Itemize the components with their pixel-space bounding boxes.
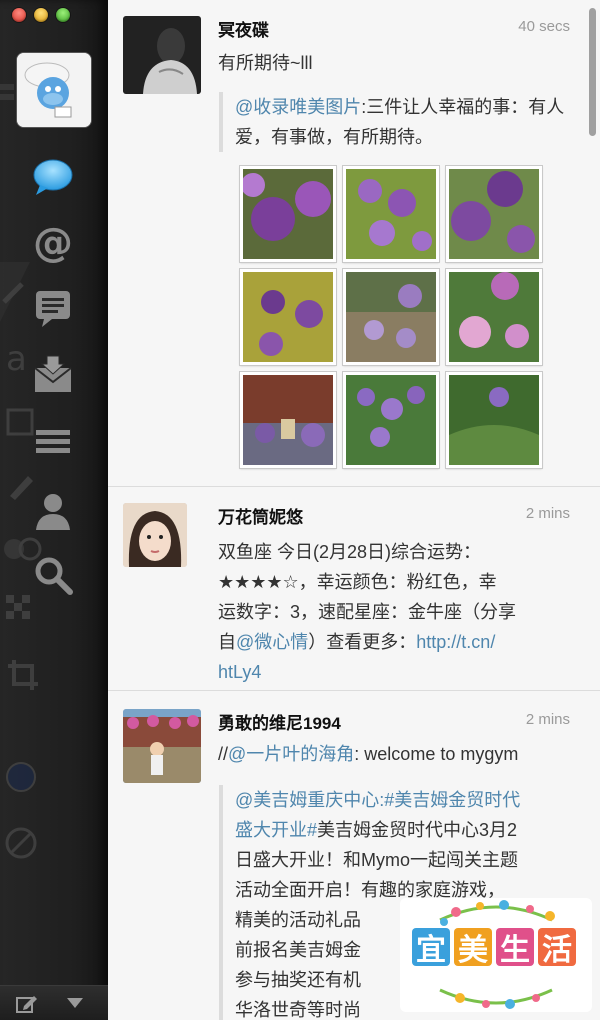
watermark-char: 宜 — [412, 928, 450, 968]
window-controls — [12, 8, 70, 22]
timestamp: 2 mins — [525, 711, 570, 728]
thumbnail-image[interactable] — [343, 269, 439, 365]
tweet-line: 运数字：3，速配星座：金牛座（分享 — [218, 602, 517, 622]
text-span: 美吉姆金贸时代中心3月2 — [317, 820, 518, 840]
sidebar-bottom-bar — [0, 985, 108, 1020]
tweet[interactable]: 冥夜碟 40 secs 有所期待~lll @收录唯美图片:三件让人幸福的事：有人… — [108, 0, 600, 487]
quote-line: 盛大开业#美吉姆金贸时代中心3月2 — [235, 815, 585, 845]
search-nav-button[interactable] — [30, 552, 76, 598]
close-window-button[interactable] — [12, 8, 26, 22]
thumbnail-image[interactable] — [240, 372, 336, 468]
at-sign-icon: @ — [33, 222, 73, 264]
hashtag-link[interactable]: :#美吉姆金贸时代 — [379, 790, 520, 810]
timestamp: 40 secs — [518, 18, 570, 35]
sidebar: a @ — [0, 0, 108, 1020]
thumbnail-image[interactable] — [446, 166, 542, 262]
comments-icon — [36, 291, 70, 327]
tweet-text: 有所期待~lll — [218, 53, 313, 73]
timeline-nav-button[interactable] — [30, 154, 76, 200]
url-link[interactable]: http://t.cn/ — [416, 632, 495, 652]
quote-line: 日盛大开业！和Mymo一起闯关主题 — [235, 850, 518, 870]
background-decoration — [5, 827, 37, 859]
text-span: ）查看更多： — [308, 632, 417, 652]
watermark-text: 宜 美 生 活 — [412, 928, 576, 968]
author-name[interactable]: 万花筒妮悠 — [218, 503, 303, 528]
tweet[interactable]: 万花筒妮悠 2 mins 双鱼座 今日(2月28日)综合运势： ★★★★☆，幸运… — [108, 487, 600, 691]
timeline[interactable]: 冥夜碟 40 secs 有所期待~lll @收录唯美图片:三件让人幸福的事：有人… — [108, 0, 600, 1020]
author-name[interactable]: 勇敢的维尼1994 — [218, 709, 341, 734]
mention-link[interactable]: @一片叶的海角 — [228, 744, 354, 764]
tweet-line: 双鱼座 今日(2月28日)综合运势： — [218, 542, 482, 562]
avatar[interactable] — [123, 16, 201, 94]
speech-bubble-icon — [33, 159, 73, 195]
user-icon — [36, 494, 70, 530]
background-decoration — [0, 84, 14, 100]
thumbnail-image[interactable] — [240, 166, 336, 262]
list-icon — [36, 430, 70, 453]
mention-link[interactable]: @美吉姆重庆中心 — [235, 790, 379, 810]
author-name[interactable]: 冥夜碟 — [218, 16, 269, 41]
messages-nav-button[interactable] — [30, 352, 76, 398]
quote-line: @美吉姆重庆中心:#美吉姆金贸时代 — [235, 785, 585, 815]
url-link-continued[interactable]: htLy4 — [218, 657, 582, 687]
thumbnail-image[interactable] — [240, 269, 336, 365]
chevron-down-icon[interactable] — [66, 997, 84, 1009]
account-avatar[interactable] — [16, 52, 92, 128]
image-grid — [240, 166, 544, 468]
thumbnail-image[interactable] — [446, 269, 542, 365]
tweet-text: //@一片叶的海角: welcome to mygym — [218, 739, 582, 769]
watermark-char: 活 — [538, 928, 576, 968]
mention-link[interactable]: @微心情 — [236, 632, 308, 652]
zoom-window-button[interactable] — [56, 8, 70, 22]
svg-text:@: @ — [33, 222, 73, 264]
watermark-char: 美 — [454, 928, 492, 968]
text-span: 自 — [218, 632, 236, 652]
background-decoration — [8, 660, 38, 690]
compose-icon[interactable] — [16, 994, 38, 1014]
avatar[interactable] — [123, 503, 187, 567]
thumbnail-image[interactable] — [446, 372, 542, 468]
tweet-text: 双鱼座 今日(2月28日)综合运势： ★★★★☆，幸运颜色：粉红色，幸 运数字：… — [218, 537, 582, 687]
text-span: : welcome to mygym — [354, 744, 519, 764]
background-decoration — [6, 762, 36, 792]
background-decoration — [6, 595, 30, 619]
tweet-line: 自@微心情）查看更多：http://t.cn/ — [218, 627, 582, 657]
mention-link[interactable]: @收录唯美图片 — [235, 97, 361, 117]
profile-nav-button[interactable] — [30, 488, 76, 534]
watermark-logo: 宜 美 生 活 — [400, 898, 592, 1012]
minimize-window-button[interactable] — [34, 8, 48, 22]
timestamp: 2 mins — [525, 505, 570, 522]
thumbnail-image[interactable] — [343, 166, 439, 262]
mentions-nav-button[interactable]: @ — [30, 220, 76, 266]
watermark-char: 生 — [496, 928, 534, 968]
svg-text:a: a — [6, 340, 27, 379]
hashtag-link[interactable]: 盛大开业# — [235, 820, 317, 840]
search-icon — [35, 557, 73, 595]
retweet-quote: @收录唯美图片:三件让人幸福的事：有人爱，有事做，有所期待。 — [219, 92, 595, 152]
tweet-line: ★★★★☆，幸运颜色：粉红色，幸 — [218, 572, 497, 592]
text-span: // — [218, 744, 229, 764]
lists-nav-button[interactable] — [30, 418, 76, 464]
comments-nav-button[interactable] — [30, 285, 76, 331]
thumbnail-image[interactable] — [343, 372, 439, 468]
envelope-icon — [34, 355, 72, 392]
avatar[interactable] — [123, 709, 201, 783]
